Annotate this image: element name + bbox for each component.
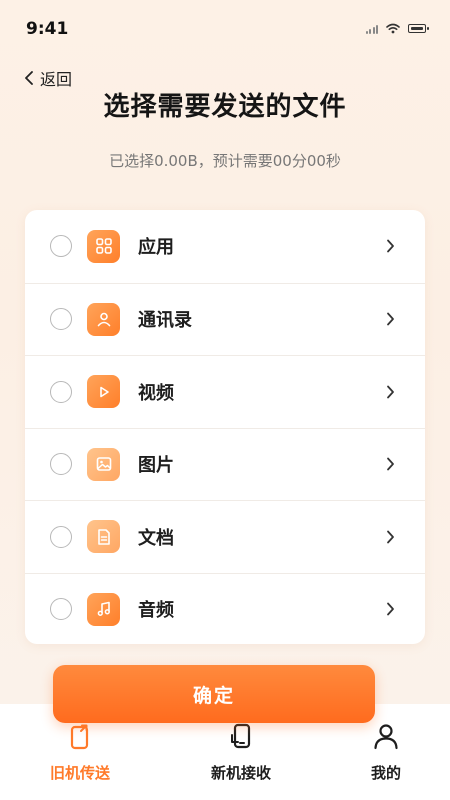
wifi-icon <box>386 23 400 34</box>
apps-grid-icon <box>87 229 120 263</box>
music-note-icon <box>87 592 120 626</box>
chevron-right-icon <box>387 239 394 253</box>
list-item-video[interactable]: 视频 <box>25 355 425 428</box>
list-item-documents[interactable]: 文档 <box>25 500 425 573</box>
signal-icon <box>365 24 378 34</box>
radio-button[interactable] <box>50 380 72 403</box>
confirm-button[interactable]: 确定 <box>53 665 375 723</box>
list-item-label: 音频 <box>138 600 174 622</box>
nav-label: 旧机传送 <box>49 764 110 782</box>
list-item-label: 文档 <box>138 527 174 549</box>
user-icon <box>374 724 398 750</box>
list-item-contacts[interactable]: 通讯录 <box>25 282 425 356</box>
phone-receive-icon <box>231 723 251 749</box>
chevron-right-icon <box>387 457 394 471</box>
chevron-right-icon <box>387 312 394 326</box>
chevron-right-icon <box>387 385 394 399</box>
list-item-label: 图片 <box>138 455 174 477</box>
nav-label: 新机接收 <box>210 764 271 782</box>
battery-icon <box>408 24 429 33</box>
page-title: 选择需要发送的文件 <box>103 92 347 122</box>
document-icon <box>87 520 120 554</box>
status-bar: 9:41 <box>0 0 450 56</box>
chevron-right-icon <box>387 602 394 616</box>
list-item-images[interactable]: 图片 <box>25 427 425 501</box>
nav-label: 我的 <box>370 764 401 782</box>
radio-button[interactable] <box>50 308 72 331</box>
file-type-list: 应用 通讯录 视频 图片 文档 音频 <box>25 210 425 644</box>
image-icon <box>87 447 120 481</box>
status-icons <box>365 23 429 34</box>
list-item-label: 应用 <box>138 237 174 259</box>
play-icon <box>87 375 120 409</box>
list-item-apps[interactable]: 应用 <box>25 210 425 283</box>
chevron-left-icon <box>25 71 33 85</box>
phone-send-icon <box>70 724 89 750</box>
list-item-audio[interactable]: 音频 <box>25 572 425 645</box>
radio-button[interactable] <box>50 235 72 258</box>
chevron-right-icon <box>387 530 394 544</box>
list-item-label: 通讯录 <box>138 310 192 332</box>
list-item-label: 视频 <box>138 382 174 404</box>
radio-button[interactable] <box>50 453 72 476</box>
radio-button[interactable] <box>50 525 72 548</box>
radio-button[interactable] <box>50 598 72 621</box>
status-time: 9:41 <box>26 19 69 39</box>
selection-summary: 已选择0.00B，预计需要00分00秒 <box>109 152 341 170</box>
contact-person-icon <box>87 302 120 336</box>
